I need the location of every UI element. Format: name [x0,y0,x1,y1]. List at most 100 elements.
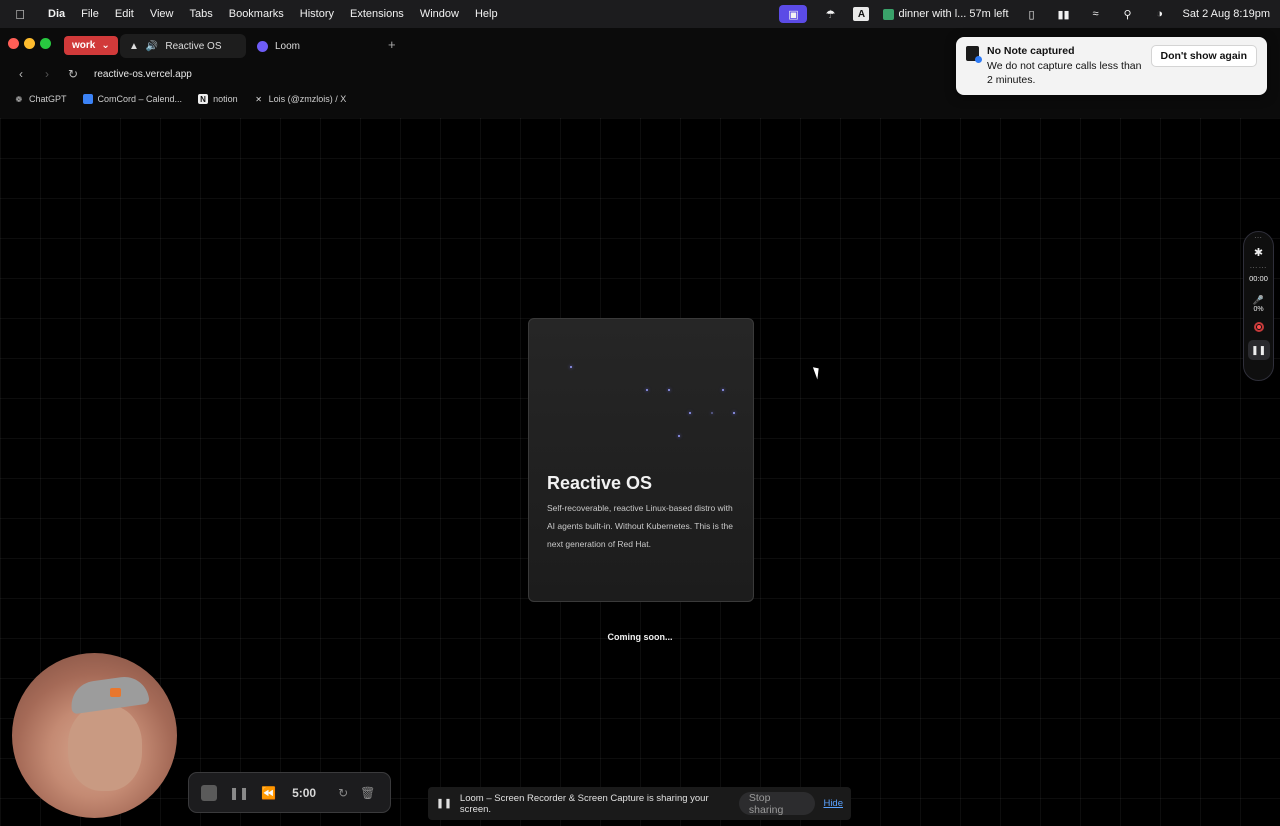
control-center-icon[interactable]: ◑ [1151,6,1169,22]
bookmarks-bar: ❁ ChatGPT ComCord – Calend... N notion ✕… [14,94,346,104]
close-window-button[interactable] [8,38,19,49]
back-button[interactable]: ‹ [8,67,34,81]
page-canvas: Reactive OS Self-recoverable, reactive L… [0,118,1280,826]
status-area: ▣ ☂ A dinner with l... 57m left ▯ ▮▮ ≈ ⚲… [779,0,1270,28]
loom-recording-toolbar: ❚❚ ⏪ 5:00 ↻ 🗑 [188,772,391,813]
menu-edit[interactable]: Edit [107,8,142,20]
tab-loom[interactable]: Loom [248,34,378,58]
input-source-icon[interactable]: A [853,7,870,21]
star-particle [733,412,735,414]
zoom-window-button[interactable] [40,38,51,49]
screen-share-icon[interactable]: ▣ [779,5,808,23]
star-particle [711,412,713,414]
restart-icon[interactable]: ↻ [338,786,348,800]
menu-bookmarks[interactable]: Bookmarks [221,8,292,20]
search-icon[interactable]: ⚲ [1119,6,1137,22]
drag-handle-icon[interactable]: ⋯ [1254,233,1263,242]
bookmark-comcord[interactable]: ComCord – Calend... [82,94,183,104]
menu-tabs[interactable]: Tabs [181,8,220,20]
notification-body: We do not capture calls less than 2 minu… [987,60,1142,86]
product-card: Reactive OS Self-recoverable, reactive L… [528,318,754,602]
bookmark-label: ComCord – Calend... [97,94,183,104]
trash-icon[interactable]: 🗑 [360,786,375,800]
star-particle [722,389,724,391]
card-title: Reactive OS [547,473,653,493]
notion-icon: N [198,94,209,104]
menu-help[interactable]: Help [467,8,506,20]
pause-sharing-icon[interactable]: ❚❚ [436,798,452,809]
pause-button[interactable]: ❚❚ [1247,340,1270,360]
wifi-icon[interactable]: ≈ [1087,6,1105,22]
address-bar[interactable]: reactive-os.vercel.app [94,69,192,80]
umbrella-icon[interactable]: ☂ [821,6,839,22]
screen-sharing-bar: ❚❚ Loom – Screen Recorder & Screen Captu… [428,787,851,820]
reload-icon[interactable]: ↻ [60,67,86,81]
cap-logo [110,688,121,697]
forward-button[interactable]: › [34,67,60,81]
bookmark-label: notion [213,94,238,104]
pause-icon[interactable]: ❚❚ [229,786,249,800]
clipboard-icon[interactable]: ▯ [1023,6,1041,22]
bookmark-chatgpt[interactable]: ❁ ChatGPT [14,94,67,104]
hide-link[interactable]: Hide [823,798,843,809]
speaker-icon[interactable]: 🔊 [146,41,158,52]
new-tab-button[interactable]: + [388,37,396,52]
star-particle [668,389,670,391]
navigation-row: ‹ › ↻ reactive-os.vercel.app [0,64,900,84]
space-switcher[interactable]: work ⌄ [64,36,118,55]
menu-bar:  Dia File Edit View Tabs Bookmarks Hist… [0,0,1280,28]
record-icon[interactable] [1253,322,1264,332]
bookmark-x[interactable]: ✕ Lois (@zmzlois) / X [254,94,347,104]
bookmark-label: ChatGPT [29,94,67,104]
card-description: Self-recoverable, reactive Linux-based d… [547,503,733,549]
notification-banner[interactable]: No Note captured We do not capture calls… [956,37,1267,95]
battery-icon[interactable]: ▮▮ [1055,6,1073,22]
menu-history[interactable]: History [292,8,342,20]
star-particle [689,412,691,414]
bookmark-notion[interactable]: N notion [198,94,238,104]
minimize-window-button[interactable] [24,38,35,49]
star-particle [678,435,680,437]
datetime[interactable]: Sat 2 Aug 8:19pm [1183,8,1270,20]
tab-title: Loom [275,40,301,52]
calendar-event-label: dinner with l... 57m left [898,8,1009,20]
menu-window[interactable]: Window [412,8,467,20]
star-particle [646,389,648,391]
tab-reactive-os[interactable]: ▲ 🔊 Reactive OS [120,34,246,58]
calendar-icon [883,8,895,20]
menu-file[interactable]: File [73,8,107,20]
stop-sharing-button[interactable]: Stop sharing [738,792,816,816]
chevron-down-icon: ⌄ [101,40,110,51]
chatgpt-icon: ❁ [15,94,23,104]
triangle-favicon-icon: ▲ [129,40,139,52]
stop-recording-button[interactable] [201,784,217,801]
tab-title: Reactive OS [165,40,222,52]
note-app-icon [966,46,982,63]
webcam-cap [68,673,150,715]
apple-logo-icon[interactable]:  [0,7,40,22]
sharing-message: Loom – Screen Recorder & Screen Capture … [459,792,709,815]
loom-logo-icon[interactable]: ✱ [1254,246,1263,259]
divider-dots: ⋯⋯ [1249,263,1268,272]
notification-title: No Note captured [987,45,1075,57]
calendar-icon [82,94,93,104]
webcam-bubble[interactable] [12,653,177,818]
loom-side-controls: ⋯ ✱ ⋯⋯ 00:00 🎤 0% ❚❚ [1243,231,1274,381]
mic-level: 0% [1253,306,1264,313]
calendar-event[interactable]: dinner with l... 57m left [883,8,1009,20]
recording-timer: 00:00 [1249,274,1268,283]
rewind-icon[interactable]: ⏪ [261,786,276,800]
loom-favicon-icon [257,40,268,52]
menu-app-name[interactable]: Dia [40,8,73,20]
menu-view[interactable]: View [142,8,182,20]
dont-show-again-button[interactable]: Don't show again [1150,45,1257,67]
webcam-face [68,705,142,791]
coming-soon-text: Coming soon... [607,632,673,642]
microphone-icon[interactable]: 🎤 [1253,295,1264,306]
bookmark-label: Lois (@zmzlois) / X [268,94,347,104]
star-particle [570,366,572,368]
space-label: work [72,40,96,51]
menu-extensions[interactable]: Extensions [342,8,412,20]
mouse-cursor-icon [812,365,823,380]
x-logo-icon: ✕ [255,94,262,104]
